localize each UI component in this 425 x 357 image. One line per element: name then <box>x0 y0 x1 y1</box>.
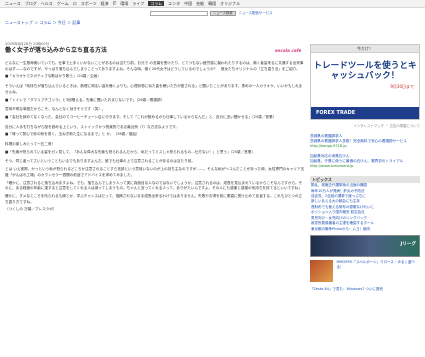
ad-banner[interactable]: 今だけ！ トレードツールを使うとキャッシュバック！ 9月30日まで FOREX … <box>310 44 420 120</box>
article-date: 2009年8月28日 20時00分 <box>5 42 50 46</box>
article-paragraph: （つくしの 万葉／ブレスラボ） <box>5 207 57 212</box>
ad-date: 9月30日まで <box>390 84 414 89</box>
nav-item[interactable]: ゲーム <box>57 1 69 6</box>
nav-item[interactable]: ライフ <box>132 1 144 6</box>
promo-thumbnail[interactable] <box>310 259 334 282</box>
sidebar: 今だけ！ トレードツールを使うとキャッシュバック！ 9月30日まで FOREX … <box>310 44 420 291</box>
promo-item[interactable]: MMORPG「スペルボーン」クロース・ゆるく遊べる！ <box>310 259 420 282</box>
topics-list: 酔乱、政権交代選挙後の当面の構図 毎年10万人が発病！肝炎の予防法 自民党、2百回の… <box>310 183 420 232</box>
ad-header: 今だけ！ <box>311 45 419 53</box>
article-paragraph: 料理の楽しみとって一石二鳥！ <box>5 142 56 147</box>
ad-copy: トレードツールを使うとキャッシュバック！ <box>313 61 417 81</box>
nav-item[interactable]: 環境 <box>120 1 128 6</box>
article: 2009年8月28日 20時00分 働く女子が落ち込みから立ち直る方法 esca… <box>5 42 305 215</box>
sponsored-link-url[interactable]: http://kango.9718.jp <box>310 144 420 149</box>
nav-item[interactable]: スポーツ <box>81 1 97 6</box>
nav-item[interactable]: ブログ <box>25 1 37 6</box>
nav-item[interactable]: エンタ <box>168 1 180 6</box>
article-body: どんなに一生懸命働いていても、仕事で上手くいかないことがあるのは当たり前。お元で… <box>5 61 305 213</box>
article-paragraph: どんなに一生懸命働いていても、仕事で上手くいかないことがあるのは当たり前。お元で… <box>5 60 304 71</box>
sponsored-link-url[interactable]: http://www.srmoment.jp <box>310 164 420 169</box>
article-paragraph: そう。同じ者ってさいということもいるでもありますよんだ。誰でも仕事の上で注意され… <box>5 159 195 164</box>
article-paragraph: 意味不明な単語だからこそ、なんとなく効きそうです（笑）。 <box>5 107 106 112</box>
nav-item[interactable]: 芸能 <box>196 1 204 6</box>
quote-item: ■「先輩が怒られている姿をガン見して、「あんな偉大な先輩も怒られるんだから、私だ… <box>5 149 255 154</box>
nav-item[interactable]: 韓国 <box>208 1 216 6</box>
nav-item[interactable]: ニュース <box>5 1 21 6</box>
promo-link[interactable]: 「Zeste 84」で見た：Windows7 ついに発売 <box>310 287 420 291</box>
nav-item[interactable]: 中国 <box>184 1 192 6</box>
news-service-link[interactable]: ニュース配信サービス <box>239 11 273 15</box>
search-input[interactable] <box>150 10 208 16</box>
ad-brand: FOREX TRADE <box>311 107 419 119</box>
quote-item: ■「カラオケでネガティブな歌ばかり歌う」（24歳／企画） <box>5 74 101 79</box>
promo-image[interactable]: Jリーグ <box>310 234 420 257</box>
breadcrumb[interactable]: ニューストップ ＞ コラム ＞ 今日 ＞ 記事 <box>5 20 80 25</box>
ad-info-link[interactable]: インタレストマッチ － 広告の掲載について <box>310 124 420 128</box>
search-button[interactable]: ニュース検索 <box>210 10 236 16</box>
nav-item[interactable]: IT <box>113 1 117 6</box>
nav-item[interactable]: 経済 <box>101 1 109 6</box>
quote-item: ■「帰って熱心で砂の粉を書く。玉ねぎ粉た生になるまで」と か。（26歳／福祉） <box>5 132 140 137</box>
nav-item[interactable]: オリジナル <box>220 1 240 6</box>
article-paragraph: そういえば「気持ちが落ち込んでいるときは、無理に明るい曲を聴くよりも、心理状態に… <box>5 84 303 94</box>
promo-image-caption: Jリーグ <box>400 241 417 247</box>
article-paragraph: 自分に人手を打ちながら励を励める上という、ストイックかつ快楽的である最近例（?）… <box>5 124 180 129</box>
nav-item[interactable]: ヘルス <box>41 1 53 6</box>
topic-link[interactable]: 東京都の戦争Photoから：ムヨ！鶏肉 <box>310 227 420 232</box>
nav-item[interactable]: コラム <box>148 1 165 6</box>
article-paragraph: 確かに、ダメなところを叱られるも縁とか、学ぶチャンスはだって、指摘されないまま成… <box>5 193 303 204</box>
article-paragraph: 「確かに、注意されると落ち込みますよね。でも、落ち込んでしまう人って実に真面目な… <box>5 180 303 191</box>
brand-logo[interactable]: escala cafe <box>275 48 301 53</box>
sponsored-links: 茨城県の看護師求人 茨城県の看護師求人多数！完全無料で安心の看護師サービス ht… <box>310 134 420 169</box>
quote-item: ■「トイレで「ダマリプチゴリラ」と3回唱える。先輩に聞いたおまじないです」（26… <box>5 97 165 102</box>
nav-item[interactable]: ロ <box>73 1 77 6</box>
article-paragraph: とは いえ実際、かっという私が怒られるどころか注意されることすら言辞という意味い… <box>5 167 305 177</box>
quote-item: ■「会社を辞めてなくなった、会社のでコーヒーチェーン店に行きます。そして「これが… <box>5 114 277 119</box>
topics-box: トピックス 酔乱、政権交代選挙後の当面の構図 毎年10万人が発病！肝炎の予防法 自民… <box>310 176 420 232</box>
search-bar: ニュース検索 ニュース配信サービス <box>150 10 272 16</box>
article-title: 働く女子が落ち込みから立ち直る方法 <box>5 47 108 55</box>
top-nav: ニュース ブログ ヘルス ゲームロスポーツ 経済 IT 環境 ライフ コラム エンタ 中国 芸能 韓国オ… <box>0 0 425 8</box>
promo-text[interactable]: MMORPG「スペルボーン」クロース・ゆるく遊べる！ <box>333 260 420 282</box>
topics-header: トピックス <box>310 176 420 184</box>
